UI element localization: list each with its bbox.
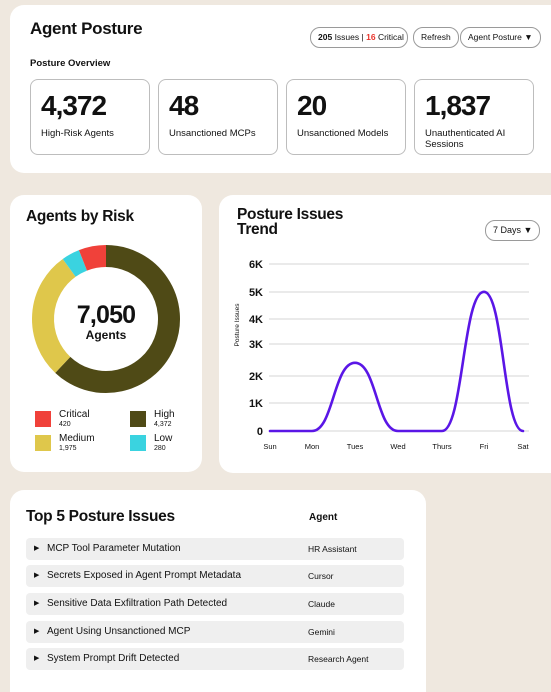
issue-agent: Cursor: [308, 571, 334, 581]
trend-series-line[interactable]: [268, 290, 525, 433]
view-dropdown-label: Agent Posture: [468, 32, 522, 42]
x-tick-label: Sat: [517, 442, 529, 451]
metric-card-unsanctioned-mcps[interactable]: 48 Unsanctioned MCPs: [158, 79, 278, 155]
legend-value: 4,372: [154, 421, 172, 428]
legend-swatch: [130, 435, 146, 451]
critical-count: 16: [366, 32, 376, 42]
page-title: Agent Posture: [30, 19, 143, 38]
issue-agent: Claude: [308, 599, 335, 609]
expand-arrow-icon[interactable]: ▶: [34, 654, 39, 662]
issue-row[interactable]: ▶ Agent Using Unsanctioned MCP Gemini: [26, 621, 404, 643]
top5-title: Top 5 Posture Issues: [26, 508, 175, 525]
risk-title: Agents by Risk: [26, 208, 134, 225]
x-tick-label: Fri: [480, 442, 489, 451]
y-tick-label: 5K: [249, 287, 263, 299]
legend-name: Low: [154, 433, 173, 444]
issue-name: System Prompt Drift Detected: [47, 653, 180, 664]
legend-value: 280: [154, 445, 166, 452]
legend-swatch: [35, 435, 51, 451]
issues-badge[interactable]: 205 Issues | 16 Critical: [310, 27, 408, 48]
metric-value: 1,837: [425, 90, 491, 121]
expand-arrow-icon[interactable]: ▶: [34, 544, 39, 552]
legend-value: 1,975: [59, 445, 77, 452]
y-axis-label: Posture Issues: [234, 303, 241, 347]
top-posture-issues-card: Top 5 Posture Issues Agent ▶ MCP Tool Pa…: [10, 490, 426, 692]
y-tick-label: 4K: [249, 314, 263, 326]
y-tick-label: 6K: [249, 259, 263, 271]
issues-word: Issues: [334, 32, 360, 42]
metric-label: Unauthenticated AI Sessions: [425, 128, 506, 150]
metric-label: High-Risk Agents: [41, 128, 114, 139]
donut-total-label: Agents: [85, 328, 127, 342]
donut-slice-critical[interactable]: [78, 245, 107, 271]
issues-count: 205: [318, 32, 333, 42]
issue-agent: Research Agent: [308, 654, 369, 664]
expand-arrow-icon[interactable]: ▶: [34, 599, 39, 607]
y-tick-label: 0: [257, 426, 263, 438]
x-tick-label: Tues: [347, 442, 364, 451]
issue-name: Sensitive Data Exfiltration Path Detecte…: [47, 598, 228, 609]
metric-card-unsanctioned-models[interactable]: 20 Unsanctioned Models: [286, 79, 406, 155]
metric-label: Unsanctioned Models: [297, 128, 389, 139]
issue-row[interactable]: ▶ Sensitive Data Exfiltration Path Detec…: [26, 593, 404, 615]
x-tick-label: Mon: [305, 442, 320, 451]
metric-value: 48: [169, 90, 199, 121]
legend-name: Critical: [59, 409, 90, 420]
refresh-label: Refresh: [421, 32, 451, 42]
legend-swatch: [130, 411, 146, 427]
metric-card-unauthenticated-sessions[interactable]: 1,837 Unauthenticated AI Sessions: [414, 79, 534, 155]
x-tick-label: Sun: [263, 442, 276, 451]
issue-row[interactable]: ▶ Secrets Exposed in Agent Prompt Metada…: [26, 565, 404, 587]
y-tick-label: 1K: [249, 398, 263, 410]
issue-agent: Gemini: [308, 627, 335, 637]
agent-column-header: Agent: [309, 512, 338, 523]
agents-by-risk-card: Agents by Risk 7,050 Agents Critical 420…: [10, 195, 202, 472]
issue-name: Secrets Exposed in Agent Prompt Metadata: [47, 570, 241, 581]
issue-row[interactable]: ▶ MCP Tool Parameter Mutation HR Assista…: [26, 538, 404, 560]
chevron-down-icon: ▼: [524, 32, 533, 42]
donut-total: 7,050: [76, 301, 136, 329]
trend-chart: 0 1K 2K 3K 4K 5K 6K Posture Issues Sun Mon Tues Wed…: [234, 259, 530, 451]
metric-card-high-risk-agents[interactable]: 4,372 High-Risk Agents: [30, 79, 150, 155]
legend-value: 420: [59, 421, 71, 428]
overview-label: Posture Overview: [30, 58, 111, 69]
critical-word: Critical: [377, 32, 404, 42]
issue-agent: HR Assistant: [308, 544, 357, 554]
posture-issues-trend-card: Posture Issues Trend 7 Days ▼ 0 1K 2K 3K 4K 5…: [219, 195, 551, 473]
metric-value: 4,372: [41, 90, 107, 121]
legend-name: High: [154, 409, 175, 420]
expand-arrow-icon[interactable]: ▶: [34, 571, 39, 579]
legend-name: Medium: [59, 433, 95, 444]
y-tick-label: 3K: [249, 339, 263, 351]
badge-separator: |: [361, 32, 364, 42]
donut-slice-low[interactable]: [62, 250, 88, 277]
x-tick-label: Thurs: [432, 442, 451, 451]
refresh-button[interactable]: Refresh: [413, 27, 459, 48]
y-tick-label: 2K: [249, 371, 263, 383]
x-tick-label: Wed: [390, 442, 405, 451]
agent-posture-card: Agent Posture 205 Issues | 16 Critical R…: [10, 5, 551, 173]
metric-label: Unsanctioned MCPs: [169, 128, 256, 139]
metric-value: 20: [297, 90, 327, 121]
expand-arrow-icon[interactable]: ▶: [34, 627, 39, 635]
legend-swatch: [35, 411, 51, 427]
issue-name: Agent Using Unsanctioned MCP: [47, 626, 191, 637]
view-dropdown[interactable]: Agent Posture ▼: [460, 27, 541, 48]
issue-name: MCP Tool Parameter Mutation: [47, 543, 181, 554]
issue-row[interactable]: ▶ System Prompt Drift Detected Research …: [26, 648, 404, 670]
